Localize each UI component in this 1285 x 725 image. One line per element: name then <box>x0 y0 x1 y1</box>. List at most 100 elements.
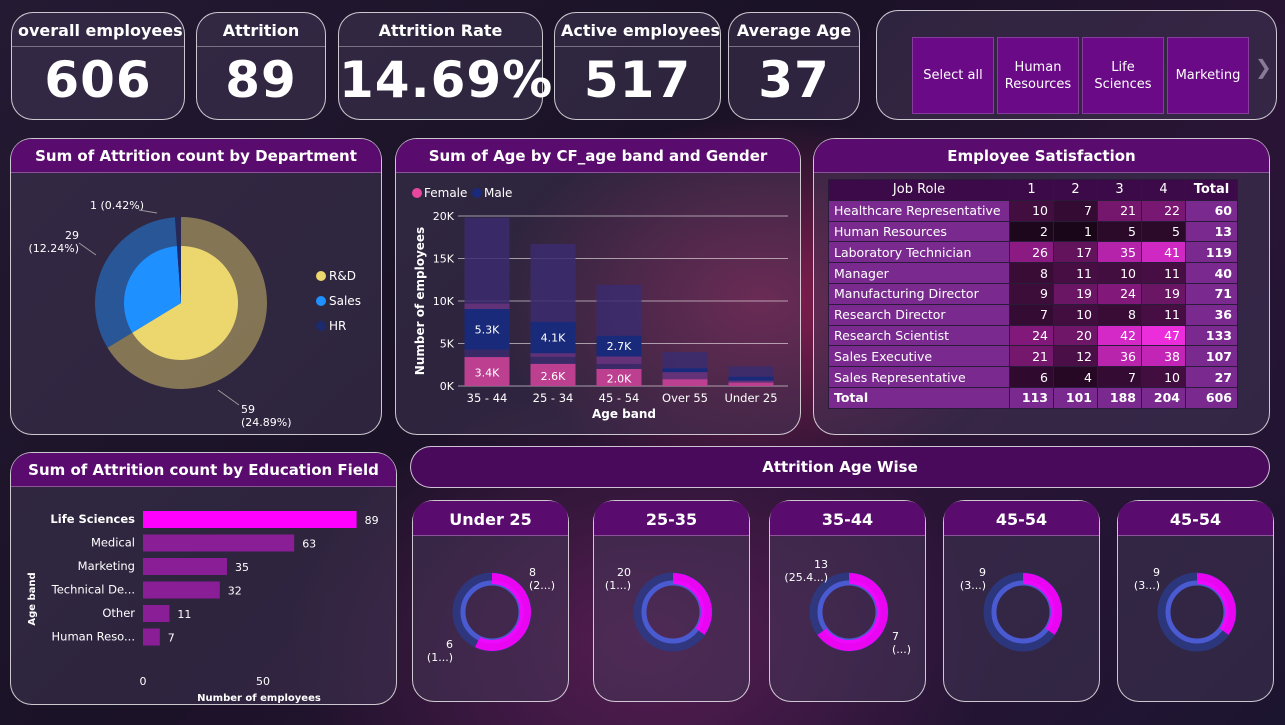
value-cell: 2 <box>1009 220 1054 243</box>
legend-marker <box>316 271 326 281</box>
kpi-value: 606 <box>44 51 152 109</box>
slicer-life-sciences[interactable]: Life Sciences <box>1082 37 1164 114</box>
department-slicer: Select all Human Resources Life Sciences… <box>876 10 1277 120</box>
age-wise-header: Attrition Age Wise <box>410 446 1270 488</box>
chevron-right-icon[interactable]: ❯ <box>1255 55 1272 79</box>
data-label-female: 2.0K <box>607 373 632 386</box>
y-axis-label: Number of employees <box>413 227 427 375</box>
value-cell: 4 <box>1053 366 1098 388</box>
age-wise-card: 45-54 9 (3...) <box>1117 500 1274 702</box>
job-role-cell: Manager <box>828 262 1010 284</box>
legend-label: R&D <box>329 269 356 283</box>
y-tick-label: Human Reso... <box>52 630 135 644</box>
donut-slice <box>1023 573 1062 635</box>
bar-female <box>662 379 708 386</box>
data-label-rd: 59 (24.89%) <box>241 403 292 429</box>
satisfaction-title: Employee Satisfaction <box>814 139 1269 173</box>
row-total-cell: 119 <box>1185 241 1238 264</box>
job-role-cell: Research Scientist <box>828 324 1010 347</box>
y-tick-label: Other <box>102 606 135 620</box>
matrix-header-cell[interactable]: 4 <box>1141 179 1186 201</box>
bar <box>143 581 220 599</box>
row-total-cell: 60 <box>1185 199 1238 222</box>
education-chart-panel: Sum of Attrition count by Education Fiel… <box>10 452 397 705</box>
data-label-female: 2.6K <box>541 370 566 383</box>
age-wise-card-title: 35-44 <box>770 501 925 536</box>
kpi-active-employees: Active employees 517 <box>554 12 721 120</box>
total-row: Total 113 101 188 204 606 <box>828 386 1238 409</box>
age-wise-donut: 20 (1...) <box>605 566 713 652</box>
job-role-cell: Laboratory Technician <box>828 241 1010 264</box>
value-cell: 17 <box>1053 241 1098 264</box>
satisfaction-matrix: Job Role 1 2 3 4 Total Healthcare Representati… <box>828 179 1238 409</box>
data-label: 6 (1...) <box>427 638 453 664</box>
slicer-marketing[interactable]: Marketing <box>1167 37 1249 114</box>
matrix-header-cell[interactable]: Total <box>1185 179 1238 201</box>
x-tick-label: 25 - 34 <box>533 391 574 405</box>
data-label: 9 (3...) <box>960 566 986 592</box>
value-cell: 7 <box>1053 199 1098 222</box>
data-label: 13 (25.4...) <box>784 558 828 584</box>
row-total-cell: 40 <box>1185 262 1238 284</box>
table-row: Research Scientist 24 20 42 47 133 <box>828 324 1238 347</box>
data-label-male: 4.1K <box>541 332 566 345</box>
matrix-header-cell[interactable]: 1 <box>1009 179 1054 201</box>
age-wise-card-title: 25-35 <box>594 501 749 536</box>
age-wise-card: 25-35 20 (1...) <box>593 500 750 702</box>
y-axis-label: Age band <box>27 572 38 625</box>
y-tick-label: 0K <box>440 380 455 393</box>
value-cell: 38 <box>1141 345 1186 368</box>
age-wise-donut: 13 (25.4...) 7 (...) <box>784 558 911 656</box>
table-row: Manager 8 11 10 11 40 <box>828 262 1238 284</box>
data-label: 89 <box>365 514 379 527</box>
kpi-attrition: Attrition 89 <box>196 12 326 120</box>
value-cell: 24 <box>1097 282 1142 305</box>
bar <box>143 534 295 552</box>
dept-chart-title: Sum of Attrition count by Department <box>11 139 381 173</box>
slicer-select-all[interactable]: Select all <box>912 37 994 114</box>
matrix-header-cell[interactable]: 3 <box>1097 179 1142 201</box>
slicer-human-resources[interactable]: Human Resources <box>997 37 1079 114</box>
ageband-chart-title: Sum of Age by CF_age band and Gender <box>396 139 800 173</box>
data-label: 32 <box>228 585 242 598</box>
bar-female <box>728 382 774 386</box>
job-role-cell: Sales Executive <box>828 345 1010 368</box>
matrix-header-cell[interactable]: Job Role <box>828 179 1010 201</box>
value-cell: 8 <box>1009 262 1054 284</box>
total-cell: 606 <box>1185 386 1238 409</box>
value-cell: 6 <box>1009 366 1054 388</box>
value-cell: 10 <box>1053 303 1098 326</box>
kpi-label: Active employees <box>555 13 720 47</box>
value-cell: 21 <box>1097 199 1142 222</box>
x-tick-label: 0 <box>140 675 147 688</box>
data-label: 20 (1...) <box>605 566 631 592</box>
value-cell: 20 <box>1053 324 1098 347</box>
kpi-label: overall employees <box>12 13 184 47</box>
age-wise-donut: 9 (3...) <box>960 566 1063 652</box>
age-wise-card: Under 25 8 (2...) 6 (1...) <box>412 500 569 702</box>
value-cell: 12 <box>1053 345 1098 368</box>
age-wise-card-title: Under 25 <box>413 501 568 536</box>
total-cell: 113 <box>1009 386 1054 409</box>
kpi-value: 14.69% <box>339 51 554 109</box>
value-cell: 11 <box>1053 262 1098 284</box>
satisfaction-panel: Employee Satisfaction Job Role 1 2 3 4 Total H… <box>813 138 1270 435</box>
kpi-label: Attrition Rate <box>339 13 542 47</box>
value-cell: 22 <box>1141 199 1186 222</box>
bar-male <box>728 376 774 381</box>
donut-slice <box>673 573 712 635</box>
bar-male <box>662 368 708 373</box>
value-cell: 5 <box>1141 220 1186 243</box>
matrix-header-cell[interactable]: 2 <box>1053 179 1098 201</box>
data-label-female: 3.4K <box>475 367 500 380</box>
bar <box>143 558 227 575</box>
age-wise-card-title: 45-54 <box>944 501 1099 536</box>
label-leader <box>78 242 97 256</box>
legend-label: HR <box>329 319 346 333</box>
table-row: Manufacturing Director 9 19 24 19 71 <box>828 282 1238 305</box>
bar <box>143 605 170 622</box>
age-wise-donut: 9 (3...) <box>1134 566 1237 652</box>
label-leader <box>217 389 240 406</box>
data-label: 7 (...) <box>892 630 911 656</box>
legend-label: Female <box>424 186 467 200</box>
